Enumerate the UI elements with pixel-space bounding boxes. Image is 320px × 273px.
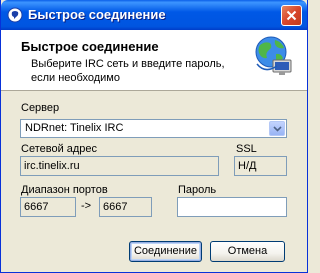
close-icon — [286, 10, 297, 21]
dropdown-button[interactable] — [269, 121, 285, 136]
password-input[interactable] — [177, 197, 287, 217]
header-title: Быстрое соединение — [21, 39, 159, 54]
chevron-down-icon — [272, 125, 282, 132]
globe-network-icon — [255, 36, 292, 75]
window-title: Быстрое соединение — [28, 7, 166, 22]
dialog-header: Быстрое соединение Выберите IRC сеть и в… — [1, 30, 307, 91]
server-label: Сервер — [21, 102, 60, 114]
ssl-value: Н/Д — [238, 160, 257, 172]
ssl-label: SSL — [236, 143, 257, 155]
port-from-value: 6667 — [24, 201, 49, 213]
server-select-value: NDRnet: Tinelix IRC — [25, 122, 124, 134]
address-field: irc.tinelix.ru — [20, 156, 219, 176]
close-button[interactable] — [281, 5, 302, 26]
dialog-window: Быстрое соединение Быстрое соединение Вы… — [0, 0, 308, 273]
cancel-button[interactable]: Отмена — [210, 241, 285, 262]
connect-button[interactable]: Соединение — [129, 241, 202, 262]
address-value: irc.tinelix.ru — [24, 160, 80, 172]
password-label: Пароль — [178, 184, 217, 196]
irc-chat-icon — [7, 7, 23, 23]
title-bar[interactable]: Быстрое соединение — [1, 0, 307, 30]
port-range-arrow: -> — [81, 200, 92, 212]
port-to-field: 6667 — [99, 197, 152, 217]
ports-label: Диапазон портов — [21, 184, 108, 196]
port-to-value: 6667 — [103, 201, 128, 213]
server-select[interactable]: NDRnet: Tinelix IRC — [20, 119, 287, 138]
header-description: Выберите IRC сеть и введите пароль, если… — [31, 58, 225, 84]
ssl-field: Н/Д — [234, 156, 287, 176]
port-from-field: 6667 — [20, 197, 76, 217]
address-label: Сетевой адрес — [21, 143, 98, 155]
